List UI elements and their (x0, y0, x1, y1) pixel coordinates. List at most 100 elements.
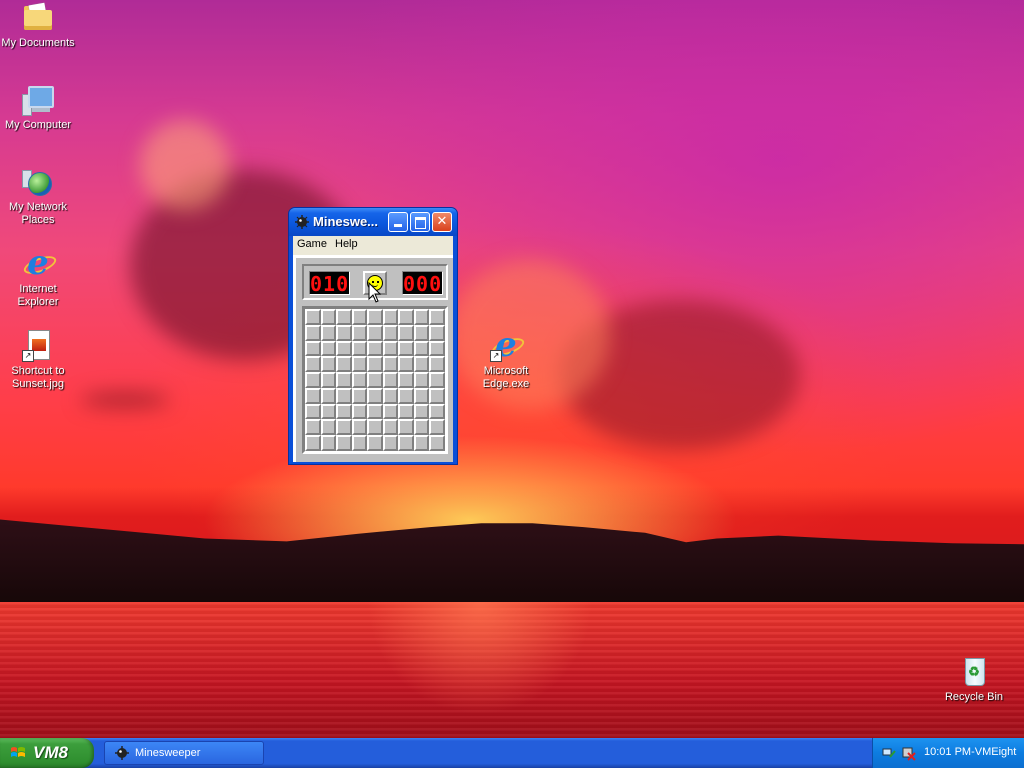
mine-cell[interactable] (413, 435, 430, 451)
mine-cell[interactable] (367, 372, 383, 388)
mine-cell[interactable] (429, 419, 445, 436)
desktop-icon-shortcut-sunset[interactable]: ↗ Shortcut to Sunset.jpg (0, 330, 78, 391)
mine-cell[interactable] (413, 419, 430, 436)
mine-cell[interactable] (429, 356, 445, 373)
mine-cell[interactable] (336, 356, 352, 373)
safely-remove-hardware-icon[interactable] (900, 745, 916, 761)
mine-cell[interactable] (351, 435, 368, 451)
menu-game[interactable]: Game (297, 238, 327, 250)
mine-cell[interactable] (320, 356, 337, 373)
mine-cell[interactable] (413, 324, 430, 341)
mine-cell[interactable] (367, 324, 383, 341)
mine-cell[interactable] (398, 435, 414, 451)
mine-cell[interactable] (382, 387, 399, 404)
mine-cell[interactable] (429, 309, 445, 325)
mine-cell[interactable] (398, 324, 414, 341)
mine-cell[interactable] (305, 435, 321, 451)
mine-cell[interactable] (305, 372, 321, 388)
close-button[interactable]: ✕ (432, 212, 452, 232)
mine-cell[interactable] (320, 309, 337, 325)
mine-cell[interactable] (413, 356, 430, 373)
window-titlebar[interactable]: Mineswe... ✕ (289, 208, 457, 236)
mine-cell[interactable] (351, 387, 368, 404)
network-tray-icon[interactable] (881, 745, 897, 761)
mine-cell[interactable] (367, 309, 383, 325)
mine-cell[interactable] (382, 340, 399, 357)
mine-cell[interactable] (351, 356, 368, 373)
mine-cell[interactable] (398, 403, 414, 420)
desktop-icon-microsoft-edge[interactable]: e ↗ Microsoft Edge.exe (466, 328, 546, 391)
mine-cell[interactable] (320, 435, 337, 451)
mine-cell[interactable] (413, 372, 430, 388)
mine-cell[interactable] (367, 387, 383, 404)
mine-cell[interactable] (429, 340, 445, 357)
mine-cell[interactable] (429, 435, 445, 451)
mine-cell[interactable] (320, 403, 337, 420)
mine-cell[interactable] (351, 309, 368, 325)
desktop-icon-my-network-places[interactable]: My Network Places (0, 166, 78, 227)
mine-cell[interactable] (336, 324, 352, 341)
mine-cell[interactable] (382, 419, 399, 436)
mine-cell[interactable] (305, 387, 321, 404)
mine-cell[interactable] (336, 387, 352, 404)
mine-cell[interactable] (413, 403, 430, 420)
mine-cell[interactable] (398, 309, 414, 325)
mine-cell[interactable] (336, 419, 352, 436)
mine-cell[interactable] (398, 387, 414, 404)
mine-cell[interactable] (336, 309, 352, 325)
desktop-icon-my-computer[interactable]: My Computer (0, 84, 78, 132)
mine-cell[interactable] (305, 340, 321, 357)
mine-cell[interactable] (367, 356, 383, 373)
mine-cell[interactable] (413, 340, 430, 357)
mine-cell[interactable] (320, 340, 337, 357)
maximize-button[interactable] (410, 212, 430, 232)
menu-help[interactable]: Help (335, 238, 358, 250)
mine-cell[interactable] (305, 419, 321, 436)
mine-cell[interactable] (429, 324, 445, 341)
mine-cell[interactable] (398, 419, 414, 436)
mine-cell[interactable] (351, 340, 368, 357)
mine-cell[interactable] (320, 419, 337, 436)
minimize-button[interactable] (388, 212, 408, 232)
mine-cell[interactable] (382, 403, 399, 420)
mine-cell[interactable] (367, 419, 383, 436)
mine-cell[interactable] (382, 435, 399, 451)
mine-cell[interactable] (382, 372, 399, 388)
mine-cell[interactable] (351, 372, 368, 388)
mine-cell[interactable] (382, 324, 399, 341)
mine-cell[interactable] (382, 356, 399, 373)
mine-cell[interactable] (305, 403, 321, 420)
desktop-icon-internet-explorer[interactable]: e Internet Explorer (0, 246, 78, 309)
mine-cell[interactable] (398, 372, 414, 388)
mine-cell[interactable] (336, 340, 352, 357)
mine-cell[interactable] (413, 387, 430, 404)
mine-cell[interactable] (413, 309, 430, 325)
mine-cell[interactable] (351, 324, 368, 341)
mine-cell[interactable] (320, 372, 337, 388)
minesweeper-window[interactable]: Mineswe... ✕ Game Help 010 000 (288, 207, 458, 465)
mine-cell[interactable] (320, 387, 337, 404)
mine-cell[interactable] (305, 324, 321, 341)
mine-cell[interactable] (336, 372, 352, 388)
mine-cell[interactable] (351, 419, 368, 436)
taskbar-button-minesweeper[interactable]: Minesweeper (104, 741, 264, 765)
mine-cell[interactable] (429, 403, 445, 420)
mine-cell[interactable] (367, 340, 383, 357)
mine-cell[interactable] (305, 356, 321, 373)
desktop-icon-my-documents[interactable]: My Documents (0, 2, 78, 50)
mine-cell[interactable] (398, 356, 414, 373)
mine-cell[interactable] (367, 403, 383, 420)
mine-cell[interactable] (305, 309, 321, 325)
minefield-grid (302, 306, 448, 454)
mine-cell[interactable] (336, 403, 352, 420)
mine-cell[interactable] (429, 387, 445, 404)
mine-cell[interactable] (351, 403, 368, 420)
mine-cell[interactable] (336, 435, 352, 451)
desktop-icon-recycle-bin[interactable]: ♻ Recycle Bin (934, 656, 1014, 704)
mine-cell[interactable] (429, 372, 445, 388)
mine-cell[interactable] (367, 435, 383, 451)
mine-cell[interactable] (398, 340, 414, 357)
mine-cell[interactable] (382, 309, 399, 325)
mine-cell[interactable] (320, 324, 337, 341)
start-button[interactable]: VM8 (0, 738, 94, 768)
